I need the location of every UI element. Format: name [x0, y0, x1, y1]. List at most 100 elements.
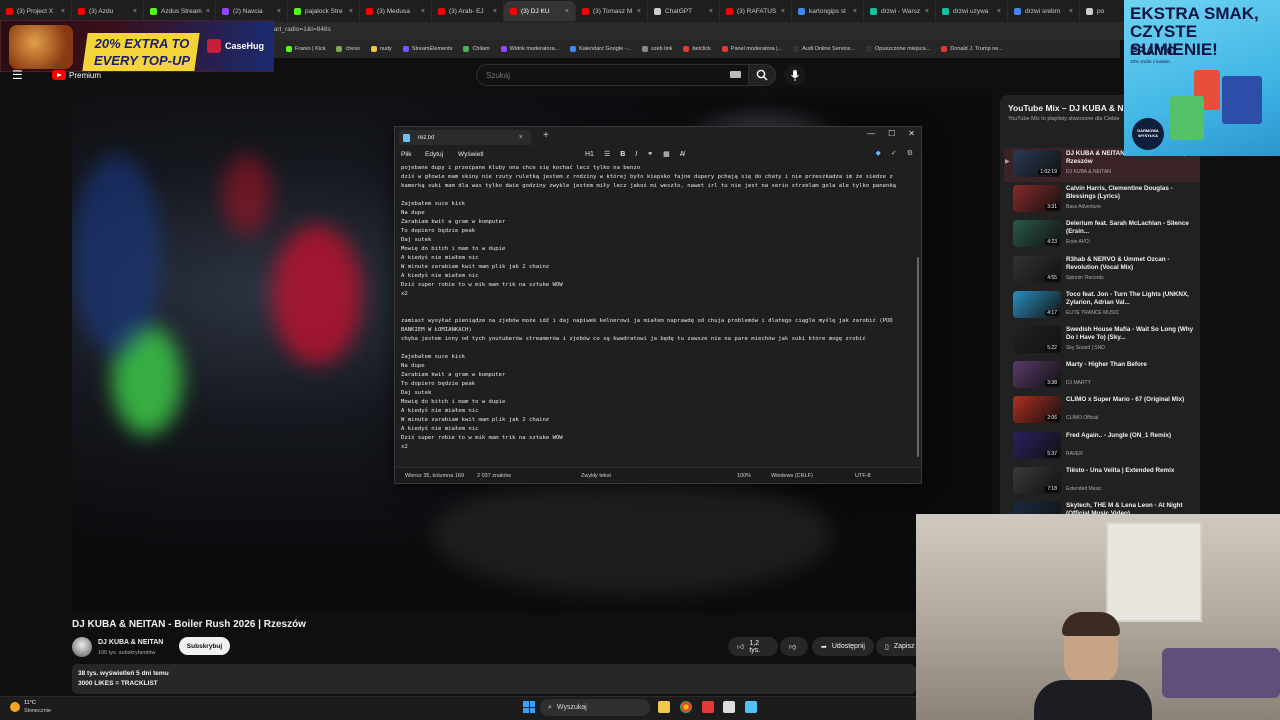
playlist-item[interactable]: 3:38 Marty - Higher Than Before DJ MARTY	[1004, 359, 1200, 393]
clear-format-icon[interactable]: A̸	[680, 151, 685, 158]
youtube-logo[interactable]: Premium	[52, 70, 101, 80]
link-icon[interactable]: ⚭	[647, 150, 653, 158]
notepad-text-area[interactable]: pojebane dupy i przećpane kluby ona chce…	[401, 164, 915, 467]
bookmark-item[interactable]: betclick	[683, 46, 711, 52]
tab-close-icon[interactable]: ×	[565, 8, 569, 15]
taskbar-search[interactable]: ⌕ Wyszukaj	[540, 699, 650, 716]
tab-close-icon[interactable]: ×	[1069, 8, 1073, 15]
chrome-icon[interactable]	[680, 701, 692, 713]
bookmark-item[interactable]: Chilam	[463, 46, 490, 52]
browser-tab[interactable]: (3) Arab- EJ ×	[432, 1, 504, 21]
voice-search-button[interactable]	[784, 64, 806, 86]
notepad-tab[interactable]: rez.txt ×	[399, 130, 531, 145]
browser-tab[interactable]: drzwi - Warsz ×	[864, 1, 936, 21]
tab-close-icon[interactable]: ×	[277, 8, 281, 15]
browser-tab[interactable]: drzwi uzywa ×	[936, 1, 1008, 21]
notepad-window[interactable]: rez.txt × + — ☐ ✕ Plik Edytuj Wyświetl H1 ☰…	[394, 126, 922, 484]
search-input[interactable]	[476, 64, 752, 86]
hamburger-menu-icon[interactable]: ☰	[12, 68, 23, 82]
browser-tab[interactable]: (3) Azdu ×	[72, 1, 144, 21]
casehug-ad-banner[interactable]: 20% EXTRA TO EVERY TOP-UP CaseHug	[0, 20, 274, 72]
browser-tab[interactable]: (2) Navcia ×	[216, 1, 288, 21]
playlist-item[interactable]: 4:55 R3hab & NERVO & Ummet Ozcan - Revolu…	[1004, 254, 1200, 288]
close-icon[interactable]: ✕	[908, 129, 915, 138]
playlist-item[interactable]: 5:37 Fred Again.. - Jungle (ON_1 Remix) RA…	[1004, 430, 1200, 464]
bookmark-item[interactable]: Franio | Kick	[286, 46, 325, 52]
file-explorer-icon[interactable]	[658, 701, 670, 713]
tab-close-icon[interactable]: ×	[421, 8, 425, 15]
menu-edit[interactable]: Edytuj	[425, 151, 443, 158]
address-url[interactable]: tart_radio=1&t=848s	[272, 26, 331, 33]
maximize-icon[interactable]: ☐	[888, 129, 895, 138]
playlist-item[interactable]: 3:31 Calvin Harris, Clementine Douglas - …	[1004, 183, 1200, 217]
description-box[interactable]	[72, 664, 916, 694]
browser-tab[interactable]: (3) Tomasz M ×	[576, 1, 648, 21]
bookmark-item[interactable]: nudy	[370, 46, 392, 52]
channel-avatar[interactable]	[72, 637, 92, 657]
tab-close-icon[interactable]: ×	[349, 8, 353, 15]
video-duration: 4:55	[1045, 274, 1059, 281]
browser-tab[interactable]: Azdus Stream ×	[144, 1, 216, 21]
sun-icon[interactable]	[10, 702, 20, 712]
tab-close-icon[interactable]: ×	[133, 8, 137, 15]
bold-icon[interactable]: B	[620, 151, 625, 158]
heading-dropdown[interactable]: H1	[585, 151, 594, 158]
bookmark-item[interactable]: StreamElements	[402, 46, 452, 52]
tab-close-icon[interactable]: ×	[997, 8, 1001, 15]
playlist-item[interactable]: 4:23 Delerium feat. Sarah McLachlan - Sil…	[1004, 218, 1200, 252]
close-tab-icon[interactable]: ×	[519, 134, 523, 141]
search-button[interactable]	[748, 64, 776, 86]
settings-gear-icon[interactable]: ⚙	[907, 149, 913, 157]
bookmark-item[interactable]: Widok moderatora...	[500, 46, 559, 52]
spellcheck-icon[interactable]: ✓	[891, 149, 897, 157]
bookmark-item[interactable]: Kalendarz Google -...	[570, 46, 631, 52]
browser-tab[interactable]: pajalock Stre ×	[288, 1, 360, 21]
franio-ad-banner[interactable]: EKSTRA SMAK, CZYSTE SUMIENIE! FRANIO 10%…	[1124, 0, 1280, 156]
tab-close-icon[interactable]: ×	[709, 8, 713, 15]
copilot-icon[interactable]: ◆	[875, 149, 880, 157]
app-icon-white[interactable]	[723, 701, 735, 713]
menu-file[interactable]: Plik	[401, 151, 411, 158]
notepad-scrollbar[interactable]	[917, 257, 919, 457]
tab-close-icon[interactable]: ×	[925, 8, 929, 15]
tab-close-icon[interactable]: ×	[781, 8, 785, 15]
app-icon-red[interactable]	[702, 701, 714, 713]
new-tab-icon[interactable]: +	[543, 130, 549, 141]
dislike-button[interactable]: 👎︎	[780, 637, 808, 656]
table-icon[interactable]: ▦	[663, 150, 670, 158]
menu-view[interactable]: Wyświetl	[458, 151, 484, 158]
tab-close-icon[interactable]: ×	[637, 8, 641, 15]
bookmark-item[interactable]: chess	[336, 46, 360, 52]
browser-tab[interactable]: drzwi srebrn ×	[1008, 1, 1080, 21]
browser-tab[interactable]: kartongips st ×	[792, 1, 864, 21]
tab-close-icon[interactable]: ×	[206, 8, 210, 15]
minimize-icon[interactable]: —	[867, 129, 875, 138]
bookmark-item[interactable]: Donald J. Trump ne...	[941, 46, 1003, 52]
playlist-item[interactable]: 4:17 Toco feat. Jon - Turn The Lights (UN…	[1004, 289, 1200, 323]
tab-close-icon[interactable]: ×	[61, 8, 65, 15]
tab-close-icon[interactable]: ×	[853, 8, 857, 15]
tab-close-icon[interactable]: ×	[493, 8, 497, 15]
playlist-item[interactable]: 5:22 Swedish House Mafia - Wait So Long (…	[1004, 324, 1200, 358]
list-icon[interactable]: ☰	[604, 150, 610, 158]
playlist-item[interactable]: 7:18 Tiësto - Una Velita | Extended Remix…	[1004, 465, 1200, 499]
italic-icon[interactable]: I	[635, 151, 637, 158]
bookmark-item[interactable]: Panel moderatora |...	[721, 46, 782, 52]
channel-name[interactable]: DJ KUBA & NEITAN	[98, 639, 163, 646]
keyboard-icon[interactable]	[730, 71, 741, 78]
playlist-item[interactable]: 2:06 CLIMO x Super Mario - 67 (Original M…	[1004, 394, 1200, 428]
bookmark-item[interactable]: Audi Online Service...	[793, 46, 855, 52]
share-button[interactable]: ➦ Udostępnij	[812, 637, 874, 656]
browser-tab[interactable]: (3) Project X ×	[0, 1, 72, 21]
like-button[interactable]: 👍︎ 1,2 tys.	[728, 637, 778, 656]
bookmark-item[interactable]: szeb link	[642, 46, 672, 52]
windows-start-icon[interactable]	[523, 701, 535, 713]
browser-tab[interactable]: (3) DJ KU ×	[504, 1, 576, 21]
notepad-taskbar-icon[interactable]	[745, 701, 757, 713]
bookmark-item[interactable]: Opuszczone miejsca...	[865, 46, 930, 52]
browser-tab[interactable]: ChatGPT ×	[648, 1, 720, 21]
save-button[interactable]: ▯ Zapisz	[876, 637, 916, 656]
browser-tab[interactable]: (3) RAFATUS ×	[720, 1, 792, 21]
browser-tab[interactable]: (3) Medusa ×	[360, 1, 432, 21]
subscribe-button[interactable]: Subskrybuj	[179, 637, 230, 655]
